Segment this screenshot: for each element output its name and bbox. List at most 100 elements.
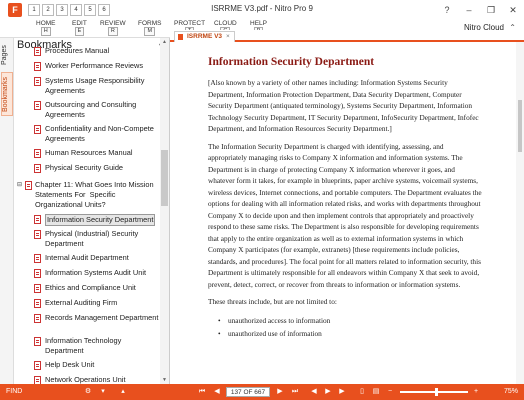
find-button[interactable]: FIND <box>6 384 22 400</box>
status-bar: FIND ⚙ ▾ ▴ ⏮ ◀ 137 OF 667 ▶ ⏭ ◀ ▶ ▶ ▯ ▤ … <box>0 384 524 400</box>
bookmark-item[interactable]: Information Systems Audit Unit <box>14 268 160 278</box>
bookmarks-scrollbar[interactable]: ▲ ▼ <box>160 38 169 384</box>
bookmark-item[interactable]: Help Desk Unit <box>14 360 160 370</box>
forward-icon[interactable]: ▶ <box>336 384 348 400</box>
bookmark-item[interactable]: Procedures Manual <box>14 46 160 56</box>
paragraph: These threats include, but are not limit… <box>208 297 337 306</box>
back-icon[interactable]: ◀ <box>308 384 320 400</box>
bookmark-item[interactable]: ⊟ Chapter 11: What Goes Into Mission Stat… <box>14 180 160 210</box>
play-icon[interactable]: ▶ <box>322 384 334 400</box>
ribbon-tab-label: HELP <box>250 20 267 27</box>
bookmark-icon <box>34 47 41 56</box>
bookmark-item[interactable]: Confidentiality and Non-Compete Agreemen… <box>14 124 160 144</box>
bookmark-item[interactable]: Ethics and Compliance Unit <box>14 283 160 293</box>
tab-edit[interactable]: EDIT E <box>72 20 87 36</box>
scroll-down-icon[interactable]: ▼ <box>160 377 169 383</box>
side-rail: Pages Bookmarks <box>0 38 14 384</box>
tab-bookmarks[interactable]: Bookmarks <box>1 72 13 116</box>
collapse-toggle-icon[interactable]: ⊟ <box>17 180 22 190</box>
bookmark-item[interactable]: Internal Audit Department <box>14 253 160 263</box>
bookmark-label: Internal Audit Department <box>45 253 129 262</box>
single-page-view-icon[interactable]: ▯ <box>356 384 368 400</box>
bookmark-item[interactable]: Records Management Department <box>14 313 160 323</box>
bookmark-item[interactable]: Systems Usage Responsibility Agreements <box>14 76 160 96</box>
bookmark-icon <box>34 337 41 346</box>
last-page-icon[interactable]: ⏭ <box>289 384 301 400</box>
scroll-thumb[interactable] <box>161 150 168 206</box>
bookmark-item[interactable]: Human Resources Manual <box>14 148 160 158</box>
ribbon-tab-label: CLOUD <box>214 20 237 27</box>
document-page: Information Security Department [Also kn… <box>208 56 483 340</box>
bookmark-icon <box>34 125 41 134</box>
pdf-file-icon <box>178 34 183 40</box>
bookmark-item[interactable]: Information Technology Department <box>14 336 160 356</box>
bookmark-label: Physical (Industrial) Security Departmen… <box>45 229 139 248</box>
bookmark-item[interactable]: Physical Security Guide <box>14 163 160 173</box>
tab-review[interactable]: REVIEW R <box>100 20 126 36</box>
bookmark-label: Systems Usage Responsibility Agreements <box>45 76 145 95</box>
chevron-down-icon[interactable]: ▾ <box>98 384 108 400</box>
zoom-out-icon[interactable]: − <box>384 384 396 400</box>
threat-list: unauthorized access to information unaut… <box>208 314 483 340</box>
restore-icon[interactable]: ❐ <box>480 0 502 20</box>
tab-home[interactable]: HOME H <box>36 20 56 36</box>
ribbon-tab-label: HOME <box>36 20 56 27</box>
title-bar: F 123456 ISRRME V3.pdf - Nitro Pro 9 ? – ❐… <box>0 0 524 20</box>
bookmark-icon <box>34 77 41 86</box>
document-scrollbar[interactable] <box>516 42 524 384</box>
zoom-in-icon[interactable]: + <box>470 384 482 400</box>
bookmark-label: Confidentiality and Non-Compete Agreemen… <box>45 124 154 143</box>
bookmark-icon <box>25 181 32 190</box>
list-item: unauthorized use of information <box>208 327 483 340</box>
bookmark-icon <box>34 314 41 323</box>
document-tabs: ISRRME V3 × <box>170 30 524 42</box>
gear-icon[interactable]: ⚙ <box>82 384 94 400</box>
tab-pages[interactable]: Pages <box>1 42 13 68</box>
previous-page-icon[interactable]: ◀ <box>211 384 223 400</box>
bookmark-icon <box>34 62 41 71</box>
bookmarks-panel: Bookmarks ▾ Procedures ManualWorker Perf… <box>14 38 170 400</box>
bookmark-item[interactable]: External Auditing Firm <box>14 298 160 308</box>
bookmark-icon <box>34 361 41 370</box>
bookmark-item[interactable]: Information Security Department <box>14 214 160 226</box>
help-icon[interactable]: ? <box>436 0 458 20</box>
bookmark-label: Records Management Department <box>45 313 159 322</box>
chevron-up-icon[interactable]: ▴ <box>118 384 128 400</box>
continuous-view-icon[interactable]: ▤ <box>370 384 382 400</box>
bookmark-icon <box>34 230 41 239</box>
zoom-slider[interactable] <box>400 388 468 396</box>
paragraph: The Information Security Department is c… <box>208 141 482 289</box>
window-controls: ? – ❐ ✕ <box>436 0 524 20</box>
bookmark-label: Help Desk Unit <box>45 360 95 369</box>
zoom-slider-handle[interactable] <box>435 388 439 396</box>
scroll-up-icon[interactable]: ▲ <box>160 39 169 45</box>
ribbon-tab-label: FORMS <box>138 20 162 27</box>
bookmark-item[interactable]: Worker Performance Reviews <box>14 61 160 71</box>
bookmark-item[interactable]: Physical (Industrial) Security Departmen… <box>14 229 160 249</box>
minimize-icon[interactable]: – <box>458 0 480 20</box>
ribbon-tab-label: EDIT <box>72 20 87 27</box>
ribbon-tab-label: PROTECT <box>174 20 206 27</box>
scroll-thumb[interactable] <box>518 100 522 152</box>
next-page-icon[interactable]: ▶ <box>274 384 286 400</box>
bookmark-label: Information Security Department <box>45 214 156 226</box>
tab-document[interactable]: ISRRME V3 × <box>174 31 235 42</box>
bookmark-label: Information Technology Department <box>45 336 122 355</box>
tab-forms[interactable]: FORMS M <box>138 20 161 36</box>
zoom-level[interactable]: 75% <box>504 384 518 400</box>
bookmark-item[interactable]: Outsourcing and Consulting Agreements <box>14 100 160 120</box>
first-page-icon[interactable]: ⏮ <box>196 384 208 400</box>
bookmark-label: External Auditing Firm <box>45 298 118 307</box>
document-view[interactable]: Information Security Department [Also kn… <box>170 42 524 384</box>
paragraph: [Also known by a variety of other names … <box>208 78 479 133</box>
bookmark-label: Physical Security Guide <box>45 163 124 172</box>
bookmark-icon <box>34 101 41 110</box>
bookmark-label: Information Systems Audit Unit <box>45 268 147 277</box>
close-icon[interactable]: × <box>226 33 230 40</box>
close-icon[interactable]: ✕ <box>502 0 524 20</box>
keytip: H <box>40 27 51 36</box>
bookmark-icon <box>34 299 41 308</box>
bookmark-icon <box>34 215 41 224</box>
page-number-input[interactable]: 137 OF 667 <box>226 387 270 397</box>
bookmark-label: Ethics and Compliance Unit <box>45 283 136 292</box>
